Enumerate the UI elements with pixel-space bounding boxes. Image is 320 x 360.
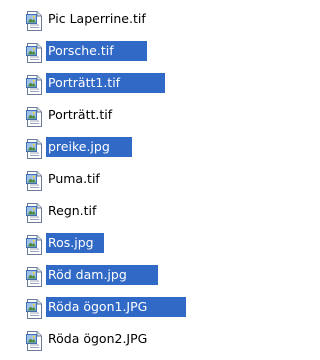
jpg-image-file-icon (26, 331, 43, 351)
file-name-label: Röda ögon1.JPG (46, 297, 186, 317)
file-row[interactable]: Porträtt1.tif (0, 67, 241, 99)
jpg-image-file-icon (26, 139, 43, 159)
file-name-label: Puma.tif (48, 171, 100, 186)
file-name-label: preike.jpg (46, 137, 132, 157)
jpg-image-file-icon (26, 299, 43, 319)
tif-image-file-icon (26, 171, 43, 191)
file-row[interactable]: Regn.tif (0, 195, 241, 227)
file-name-label: Röd dam.jpg (46, 265, 158, 285)
file-row[interactable]: Puma.tif (0, 163, 241, 195)
tif-image-file-icon (26, 11, 43, 31)
file-list: Pic Laperrine.tif Porsche.tif Porträtt1.ti… (0, 3, 241, 355)
file-name-label: Pic Laperrine.tif (48, 11, 146, 26)
file-name-label: Porträtt1.tif (46, 73, 165, 93)
tif-image-file-icon (26, 43, 43, 63)
file-row[interactable]: Röd dam.jpg (0, 259, 241, 291)
file-name-label: Porsche.tif (46, 41, 147, 61)
tif-image-file-icon (26, 107, 43, 127)
tif-image-file-icon (26, 75, 43, 95)
file-row[interactable]: Röda ögon1.JPG (0, 291, 241, 323)
file-row[interactable]: Ros.jpg (0, 227, 241, 259)
file-name-label: Porträtt.tif (48, 107, 113, 122)
file-name-label: Ros.jpg (46, 233, 104, 253)
file-row[interactable]: Porträtt.tif (0, 99, 241, 131)
file-row[interactable]: Pic Laperrine.tif (0, 3, 241, 35)
jpg-image-file-icon (26, 267, 43, 287)
file-row[interactable]: preike.jpg (0, 131, 241, 163)
jpg-image-file-icon (26, 235, 43, 255)
file-row[interactable]: Röda ögon2.JPG (0, 323, 241, 355)
file-name-label: Regn.tif (48, 203, 97, 218)
file-name-label: Röda ögon2.JPG (48, 331, 148, 346)
file-row[interactable]: Porsche.tif (0, 35, 241, 67)
tif-image-file-icon (26, 203, 43, 223)
